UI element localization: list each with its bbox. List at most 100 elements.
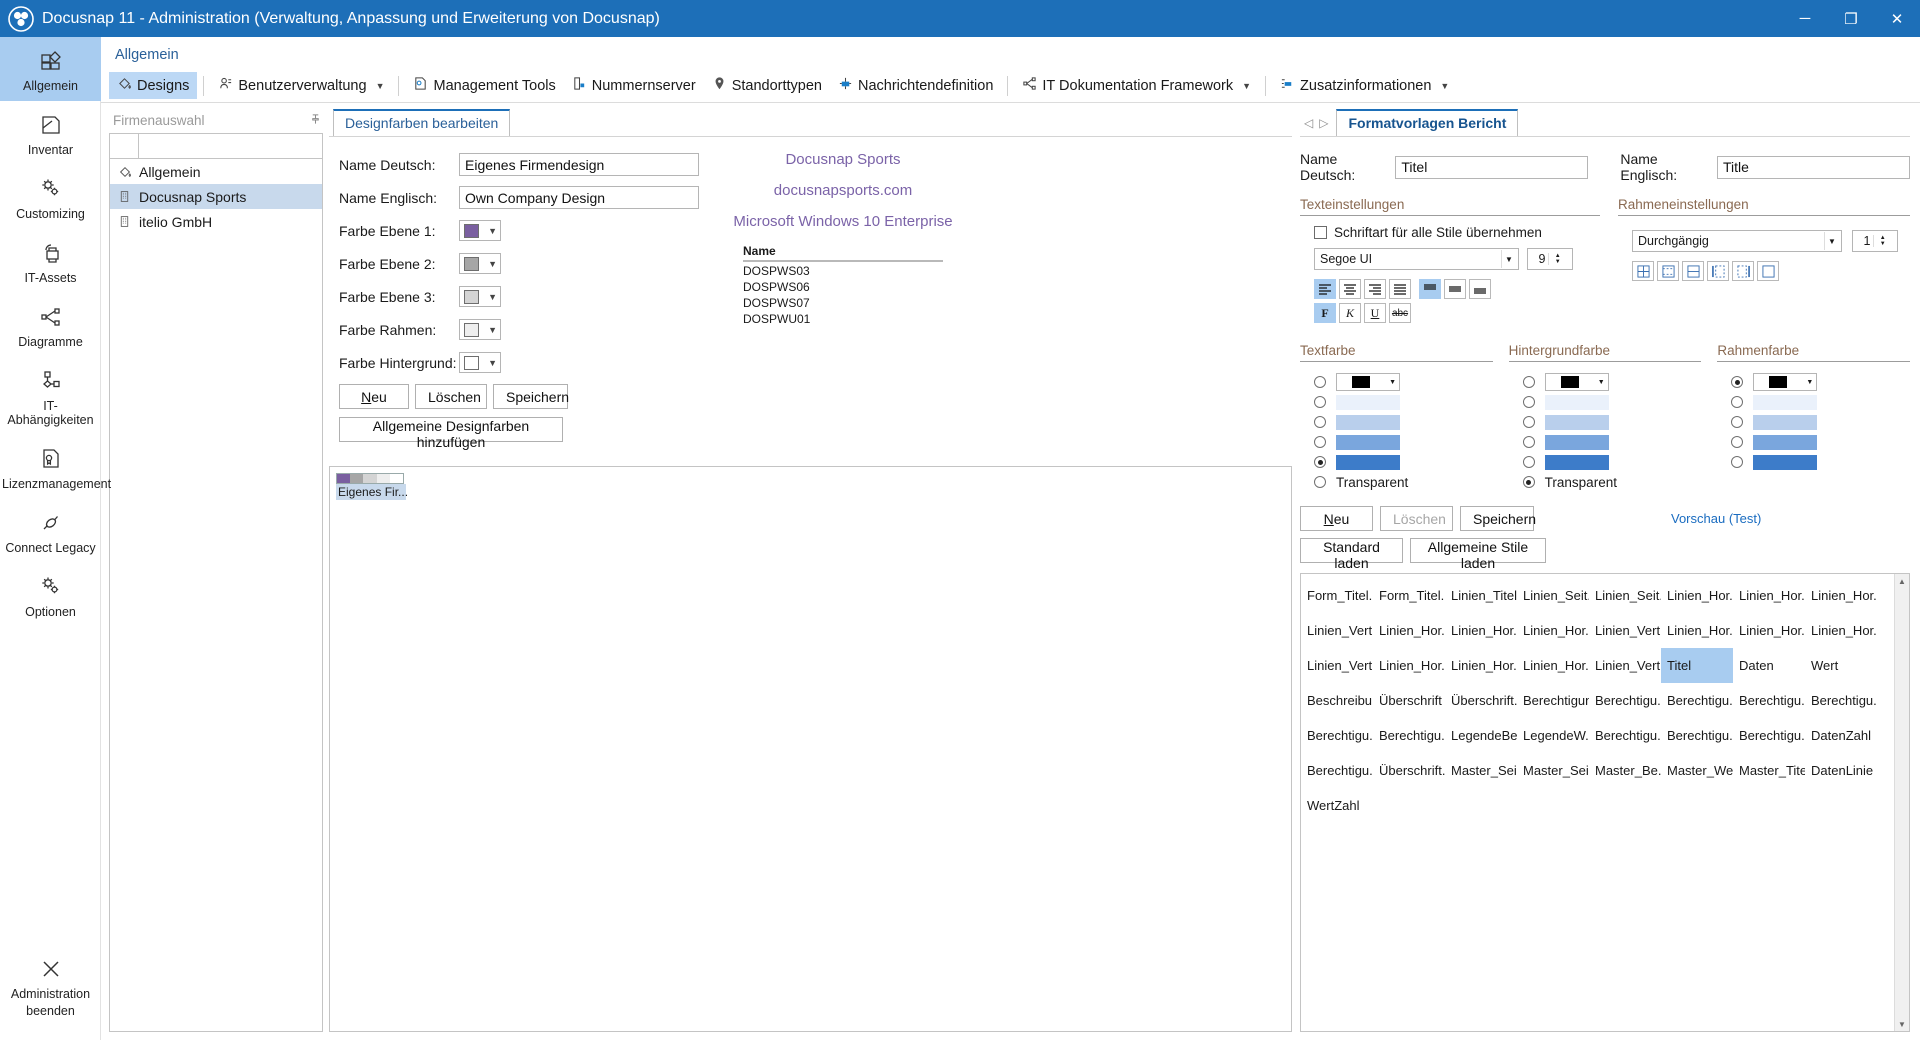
sidebar-item-optionen[interactable]: Optionen [0,563,101,627]
strikethrough-button[interactable]: abc [1389,303,1411,323]
color-option[interactable] [1314,392,1493,412]
table-row[interactable]: Form_Titel... Form_Titel... Linien_Titel… [1301,578,1894,613]
radio-button[interactable] [1522,396,1535,408]
grid-cell[interactable]: Berechtigu... [1733,728,1805,743]
color-option[interactable] [1314,452,1493,472]
radio-button[interactable] [1314,456,1326,468]
grid-cell[interactable]: Berechtigu... [1301,763,1373,778]
color-option[interactable] [1731,452,1910,472]
valign-middle-icon[interactable] [1444,279,1466,299]
table-row[interactable]: WertZahl [1301,788,1894,823]
ribbon-item-management-tools[interactable]: Management Tools [405,72,563,99]
radio-button[interactable] [1522,376,1535,388]
sidebar-item-diagramme[interactable]: Diagramme [0,293,101,357]
chevron-down-icon[interactable]: ▼ [1389,379,1396,386]
grid-cell[interactable]: Überschrift... [1373,763,1445,778]
grid-cell[interactable]: Linien_Vert... [1589,658,1661,673]
valign-bottom-icon[interactable] [1469,279,1491,299]
grid-cell[interactable]: Linien_Hor... [1373,658,1445,673]
chevron-down-icon[interactable]: ▼ [488,325,497,335]
radio-button[interactable] [1522,456,1535,468]
grid-cell[interactable]: LegendeBe... [1445,728,1517,743]
close-button[interactable]: ✕ [1874,0,1920,37]
radio-button[interactable] [1314,396,1326,408]
scroll-down-icon[interactable]: ▼ [1898,1017,1906,1031]
grid-cell[interactable]: Berechtigu... [1805,693,1877,708]
ribbon-item-benutzerverwaltung[interactable]: Benutzerverwaltung ▼ [210,72,392,99]
grid-cell[interactable]: Berechtigu... [1733,693,1805,708]
border-all-icon[interactable] [1632,261,1654,281]
chevron-down-icon[interactable]: ▼ [1806,379,1813,386]
design-card[interactable]: Eigenes Fir... [336,473,408,500]
align-center-icon[interactable] [1339,279,1361,299]
grid-cell[interactable]: Linien_Hor... [1517,623,1589,638]
ribbon-item-nummernserver[interactable]: Nummernserver [564,72,704,99]
minimize-button[interactable]: ─ [1782,0,1828,37]
border-left-icon[interactable] [1707,261,1729,281]
chevron-down-icon[interactable]: ▼ [1501,250,1516,268]
grid-cell[interactable]: Linien_Hor... [1661,588,1733,603]
sidebar-item-connect-legacy[interactable]: Connect Legacy [0,499,101,563]
tab-next-button[interactable]: ▷ [1319,116,1328,130]
radio-button[interactable] [1314,476,1326,488]
line-width-stepper[interactable]: 1 ▲ ▼ [1852,230,1898,252]
sidebar-item-allgemein[interactable]: Allgemein [0,37,101,101]
grid-cell[interactable]: Linien_Hor... [1373,623,1445,638]
color-option[interactable] [1522,432,1702,452]
grid-cell[interactable]: Master_Be... [1589,763,1661,778]
stepper-arrows[interactable]: ▲ ▼ [1548,253,1572,265]
custom-color-picker[interactable]: ▼ [1753,373,1818,391]
report-name-de-input[interactable] [1395,155,1589,179]
table-row[interactable]: Docusnap Sports [110,184,322,209]
color-option[interactable] [1522,452,1702,472]
sidebar-item-it-assets[interactable]: IT-Assets [0,229,101,293]
chevron-down-icon[interactable]: ▼ [488,292,497,302]
grid-cell[interactable]: DatenZahl [1805,728,1877,743]
grid-cell[interactable]: Überschrift... [1445,693,1517,708]
sidebar-item-inventar[interactable]: Inventar [0,101,101,165]
ribbon-item-it-dokumentation-framework[interactable]: IT Dokumentation Framework ▼ [1014,72,1259,99]
grid-cell[interactable]: Linien_Seit... [1589,588,1661,603]
preview-test-link[interactable]: Vorschau (Test) [1671,511,1761,526]
radio-button[interactable] [1314,416,1326,428]
load-standard-button[interactable]: Standard laden [1300,538,1403,571]
custom-color-picker[interactable]: ▼ [1336,373,1400,391]
grid-cell[interactable]: Berechtigu... [1301,728,1373,743]
farbe-ebene-1-picker[interactable]: ▼ [459,220,501,241]
grid-cell[interactable]: Linien_Hor... [1445,658,1517,673]
italic-button[interactable]: K [1339,303,1361,323]
font-for-all-checkbox[interactable] [1314,226,1327,239]
grid-cell[interactable]: Linien_Seit... [1517,588,1589,603]
grid-cell[interactable]: Wert [1805,658,1877,673]
border-outer-icon[interactable] [1657,261,1679,281]
table-row[interactable]: Beschreibu... Überschrift Überschrift...… [1301,683,1894,718]
line-style-select[interactable]: Durchgängig ▼ [1632,230,1842,252]
ribbon-item-zusatzinformationen[interactable]: Zusatzinformationen ▼ [1272,72,1457,99]
grid-cell[interactable]: Daten [1733,658,1805,673]
valign-top-icon[interactable] [1419,279,1441,299]
color-option[interactable]: Transparent [1522,472,1702,492]
chevron-down-icon[interactable]: ▼ [488,226,497,236]
radio-button[interactable] [1731,456,1744,468]
border-right-icon[interactable] [1732,261,1754,281]
chevron-down-icon[interactable]: ▼ [1440,81,1449,91]
grid-cell[interactable]: Überschrift [1373,693,1445,708]
grid-cell[interactable]: Linien_Vert... [1301,623,1373,638]
chevron-down-icon[interactable]: ▼ [1242,81,1251,91]
border-box-icon[interactable] [1682,261,1704,281]
maximize-button[interactable]: ❐ [1828,0,1874,37]
grid-cell[interactable]: Berechtigu... [1661,693,1733,708]
grid-cell[interactable]: Master_Titel [1733,763,1805,778]
color-option[interactable] [1314,432,1493,452]
name-deutsch-input[interactable] [459,153,699,176]
farbe-ebene-2-picker[interactable]: ▼ [459,253,501,274]
bold-button[interactable]: F [1314,303,1336,323]
grid-cell[interactable]: Linien_Vert... [1589,623,1661,638]
grid-cell[interactable]: Linien_Hor... [1733,623,1805,638]
grid-cell[interactable]: Form_Titel... [1301,588,1373,603]
grid-cell[interactable]: Linien_Hor... [1805,623,1877,638]
color-option[interactable]: Transparent [1314,472,1493,492]
grid-cell[interactable]: Linien_Titel... [1445,588,1517,603]
styles-grid[interactable]: Form_Titel... Form_Titel... Linien_Titel… [1300,573,1910,1032]
table-row[interactable]: Berechtigu... Berechtigu... LegendeBe...… [1301,718,1894,753]
